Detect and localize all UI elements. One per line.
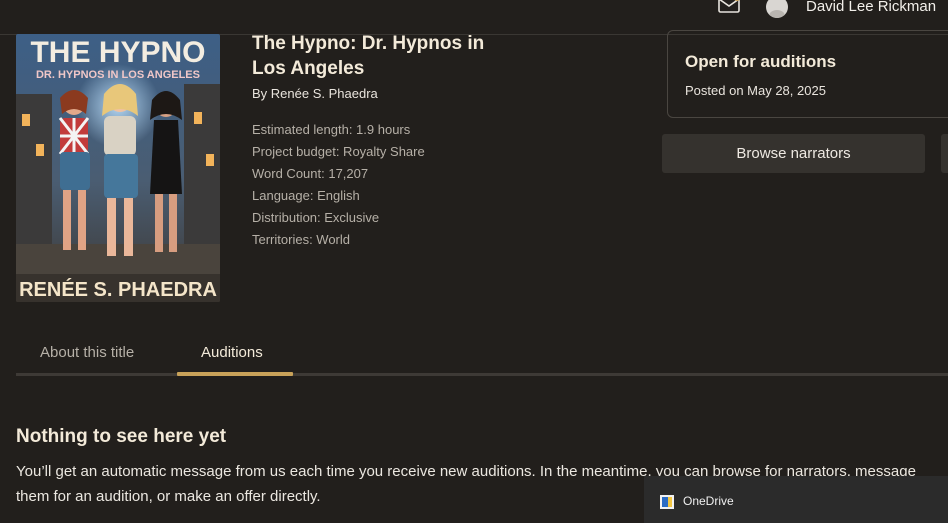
fact-length: Estimated length: 1.9 hours: [252, 122, 411, 137]
cover-title: THE HYPNO: [30, 36, 205, 69]
notification-label: OneDrive: [683, 494, 734, 508]
fact-budget: Project budget: Royalty Share: [252, 144, 425, 159]
fact-language: Language: English: [252, 188, 360, 203]
browse-narrators-button[interactable]: Browse narrators: [662, 134, 925, 173]
tab-track: [16, 373, 948, 376]
status-posted-date: Posted on May 28, 2025: [685, 83, 826, 98]
account-name[interactable]: David Lee Rickman: [806, 0, 936, 15]
status-card: Open for auditions Posted on May 28, 202…: [667, 30, 948, 118]
empty-state-title: Nothing to see here yet: [16, 426, 227, 447]
book-cover: THE HYPNO DR. HYPNOS IN LOS ANGELES RENÉ…: [16, 34, 220, 302]
cover-author: RENÉE S. PHAEDRA: [19, 278, 217, 301]
tab-bar: About this title Auditions: [16, 334, 948, 376]
onedrive-notification[interactable]: OneDrive: [644, 476, 948, 523]
user-avatar-icon[interactable]: [766, 0, 788, 18]
tab-about-this-title[interactable]: About this title: [40, 344, 134, 361]
onedrive-icon: [660, 495, 674, 509]
mail-icon[interactable]: [718, 0, 742, 14]
active-tab-indicator: [177, 372, 293, 376]
fact-distribution: Distribution: Exclusive: [252, 210, 380, 225]
secondary-action-button[interactable]: [941, 134, 948, 173]
status-title: Open for auditions: [685, 52, 837, 71]
book-author: By Renée S. Phaedra: [252, 86, 378, 101]
cover-subtitle: DR. HYPNOS IN LOS ANGELES: [36, 69, 200, 81]
fact-word-count: Word Count: 17,207: [252, 166, 369, 181]
fact-territories: Territories: World: [252, 232, 351, 247]
tab-auditions[interactable]: Auditions: [201, 344, 263, 361]
book-facts: Estimated length: 1.9 hours Project budg…: [252, 119, 425, 251]
book-title: The Hypno: Dr. Hypnos in Los Angeles: [252, 33, 485, 79]
